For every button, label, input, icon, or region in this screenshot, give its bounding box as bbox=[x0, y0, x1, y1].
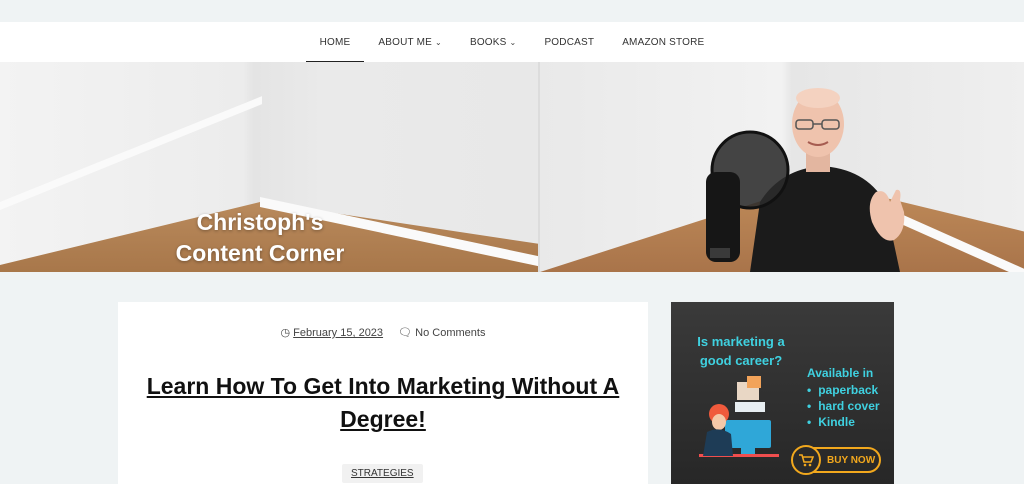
top-spacer bbox=[0, 0, 1024, 22]
nav-label: AMAZON STORE bbox=[622, 36, 705, 48]
format-list: paperback hard cover Kindle bbox=[807, 382, 880, 430]
ad-question-line: good career? bbox=[699, 353, 783, 368]
chevron-down-icon: ⌄ bbox=[435, 37, 442, 47]
main-navigation: HOME ABOUT ME ⌄ BOOKS ⌄ PODCAST AMAZON STO… bbox=[0, 22, 1024, 63]
nav-label: PODCAST bbox=[544, 36, 595, 48]
post-comments-link[interactable]: No Comments bbox=[415, 327, 485, 339]
nav-label: BOOKS bbox=[469, 36, 507, 48]
nav-item-podcast[interactable]: PODCAST bbox=[530, 22, 608, 62]
nav-label: ABOUT ME bbox=[378, 36, 433, 48]
woman-at-desk-illustration bbox=[699, 376, 779, 457]
nav-label: HOME bbox=[319, 36, 351, 48]
host-with-microphone-illustration bbox=[706, 88, 905, 272]
site-title-line: Content Corner bbox=[175, 240, 345, 266]
nav-item-about-me[interactable]: ABOUT ME ⌄ bbox=[364, 22, 456, 62]
book-ad-banner[interactable]: Is marketing a good career? Available in… bbox=[671, 302, 894, 484]
nav-item-books[interactable]: BOOKS ⌄ bbox=[456, 22, 530, 62]
banner-divider bbox=[538, 62, 540, 272]
blog-post-card: ◷ February 15, 2023 🗨 No Comments Learn H… bbox=[118, 302, 648, 484]
format-item: Kindle bbox=[807, 414, 880, 430]
ad-question: Is marketing a good career? bbox=[681, 332, 801, 370]
category-tag[interactable]: STRATEGIES bbox=[342, 464, 423, 483]
format-item: hard cover bbox=[807, 398, 879, 414]
post-date-link[interactable]: February 15, 2023 bbox=[293, 327, 383, 339]
site-title-line: Christoph's bbox=[196, 209, 324, 235]
nav-item-amazon-store[interactable]: AMAZON STORE bbox=[608, 22, 718, 62]
ad-available-text: Available in bbox=[807, 366, 874, 380]
format-item: paperback bbox=[807, 382, 880, 398]
clock-icon: ◷ bbox=[280, 327, 291, 339]
header-banner[interactable]: Christoph's Content Corner bbox=[0, 62, 1024, 272]
chevron-down-icon: ⌄ bbox=[509, 37, 517, 47]
nav-item-home[interactable]: HOME bbox=[305, 22, 365, 63]
ad-question-line: Is marketing a bbox=[697, 334, 785, 349]
post-title-link[interactable]: Learn How To Get Into Marketing Without … bbox=[128, 370, 638, 436]
cart-icon bbox=[791, 445, 821, 475]
comments-icon: 🗨 bbox=[398, 327, 413, 339]
buy-now-label: BUY NOW bbox=[827, 454, 876, 466]
site-title: Christoph's Content Corner bbox=[150, 207, 370, 269]
buy-now-button[interactable]: BUY NOW bbox=[791, 445, 881, 475]
post-meta: ◷ February 15, 2023 🗨 No Comments bbox=[118, 326, 648, 339]
